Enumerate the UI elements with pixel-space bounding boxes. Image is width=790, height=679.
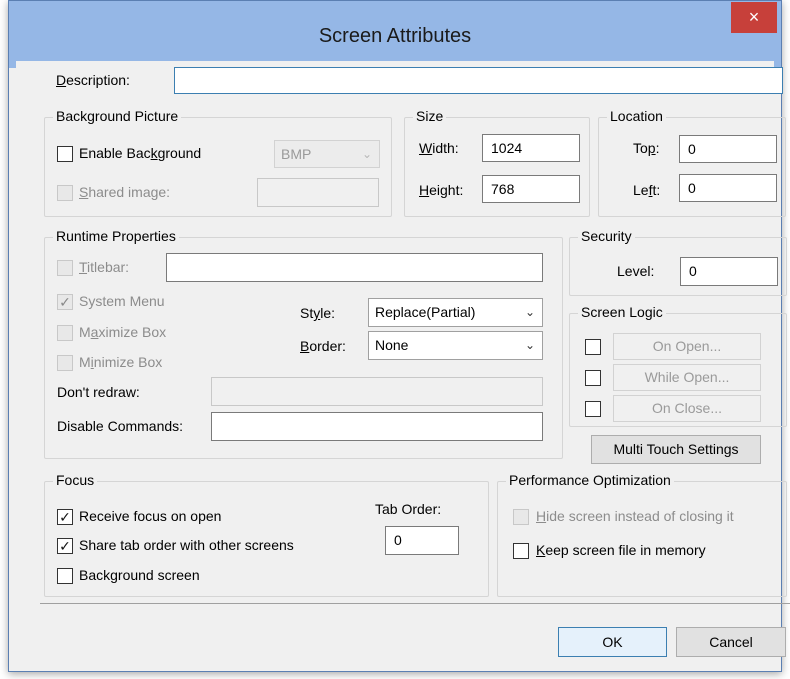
hide-screen-label: Hide screen instead of closing it [536,508,734,524]
receive-focus-label: Receive focus on open [79,508,222,524]
on-close-button[interactable]: On Close... [613,395,761,422]
titlebar-input[interactable] [166,253,543,282]
maximize-box-label: Maximize Box [79,324,167,340]
keep-screen-file-label: Keep screen file in memory [536,542,706,558]
system-menu-label: System Menu [79,293,165,309]
height-label: Height: [419,182,464,198]
background-picture-group: Background Picture Enable Background BMP… [44,108,392,217]
keep-screen-file-checkbox[interactable] [513,543,529,559]
dont-redraw-input[interactable] [211,377,543,406]
size-legend: Size [413,108,447,124]
share-tab-order-label: Share tab order with other screens [79,537,294,553]
security-level-input[interactable]: 0 [680,257,778,286]
hide-screen-checkbox[interactable] [513,509,529,525]
location-group: Location Top: 0 Left: 0 [598,108,786,217]
security-legend: Security [578,228,635,244]
top-label: Top: [633,140,660,156]
size-group: Size Width: 1024 Height: 768 [404,108,590,217]
performance-optimization-legend: Performance Optimization [506,472,674,488]
system-menu-checkbox[interactable]: ✓ [57,294,73,310]
background-format-select[interactable]: BMP ⌄ [274,140,380,168]
background-screen-checkbox[interactable] [57,568,73,584]
on-close-checkbox[interactable] [585,401,601,417]
while-open-button[interactable]: While Open... [613,364,761,391]
screen-logic-legend: Screen Logic [578,304,666,320]
on-open-button[interactable]: On Open... [613,333,761,360]
shared-image-input[interactable] [257,178,379,207]
performance-optimization-group: Performance Optimization Hide screen ins… [497,472,787,597]
tab-order-label: Tab Order: [375,501,442,517]
dialog-title: Screen Attributes [318,25,472,47]
screen-logic-group: Screen Logic On Open... While Open... On… [569,304,787,427]
width-label: Width: [419,140,459,156]
dialog-body: Description: Background Picture Enable B… [16,61,790,664]
location-legend: Location [607,108,666,124]
background-screen-label: Background screen [79,567,200,583]
left-input[interactable]: 0 [679,174,777,202]
screen-attributes-dialog: Screen Attributes × Description: Backgro… [8,0,790,672]
disable-commands-input[interactable] [211,412,543,441]
border-select[interactable]: None ⌄ [368,331,543,360]
style-select[interactable]: Replace(Partial) ⌄ [368,298,543,327]
receive-focus-checkbox[interactable]: ✓ [57,509,73,525]
while-open-checkbox[interactable] [585,370,601,386]
minimize-box-checkbox[interactable] [57,355,73,371]
top-input[interactable]: 0 [679,135,777,163]
cancel-button[interactable]: Cancel [676,627,786,657]
share-tab-order-checkbox[interactable]: ✓ [57,538,73,554]
minimize-box-label: Minimize Box [79,354,163,370]
background-picture-legend: Background Picture [53,108,182,124]
height-input[interactable]: 768 [482,175,580,203]
disable-commands-label: Disable Commands: [57,418,184,434]
left-label: Left: [633,182,661,198]
focus-legend: Focus [53,472,98,488]
focus-group: Focus ✓ Receive focus on open ✓ Share ta… [44,472,489,597]
close-icon: × [748,7,760,27]
on-open-checkbox[interactable] [585,339,601,355]
security-group: Security Level: 0 [569,228,787,296]
chevron-down-icon: ⌄ [524,305,535,319]
style-label: Style: [300,305,336,321]
footer-separator [40,603,790,604]
titlebar-label: Titlebar: [79,259,130,275]
shared-image-checkbox[interactable] [57,185,73,201]
title-bar[interactable]: Screen Attributes × [9,1,781,68]
enable-background-checkbox[interactable] [57,146,73,162]
tab-order-input[interactable]: 0 [385,526,459,555]
width-input[interactable]: 1024 [482,134,580,162]
multi-touch-settings-button[interactable]: Multi Touch Settings [591,435,761,464]
chevron-down-icon: ⌄ [524,338,535,352]
description-input[interactable] [174,67,783,94]
dont-redraw-label: Don't redraw: [57,384,140,400]
enable-background-label: Enable Background [79,145,202,161]
shared-image-label: Shared image: [79,184,171,200]
maximize-box-checkbox[interactable] [57,325,73,341]
titlebar-checkbox[interactable] [57,260,73,276]
security-level-label: Level: [617,263,655,279]
runtime-properties-legend: Runtime Properties [53,228,179,244]
runtime-properties-group: Runtime Properties Titlebar: ✓ System Me… [44,228,563,459]
close-button[interactable]: × [731,2,777,33]
chevron-down-icon: ⌄ [361,147,372,161]
description-label: Description: [56,72,130,88]
ok-button[interactable]: OK [558,627,667,657]
border-label: Border: [300,338,346,354]
